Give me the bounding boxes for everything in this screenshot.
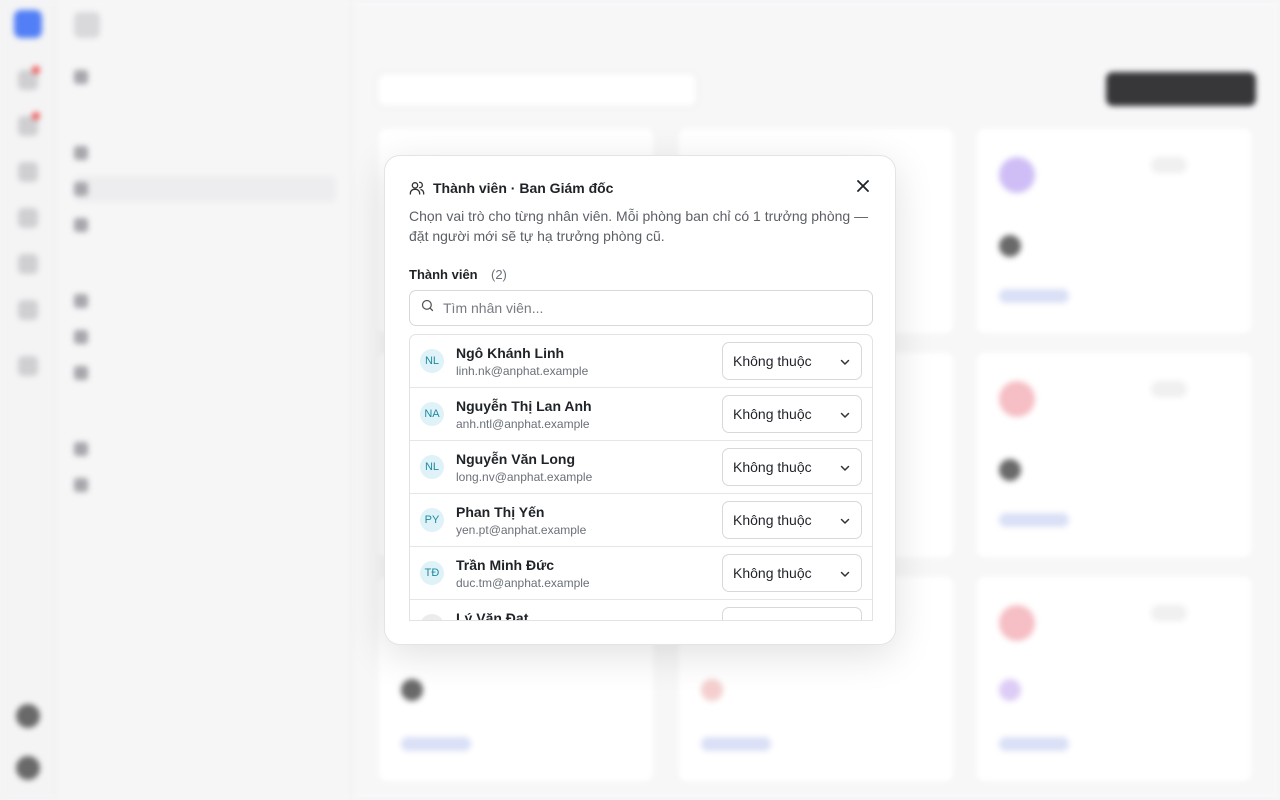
member-row: TĐ Trần Minh Đức duc.tm@anphat.example Khôn…: [410, 547, 872, 600]
member-list: NL Ngô Khánh Linh linh.nk@anphat.example Kh…: [409, 334, 873, 621]
member-email: yen.pt@anphat.example: [456, 523, 587, 537]
members-count: (2): [491, 267, 507, 282]
member-email: anh.ntl@anphat.example: [456, 417, 590, 431]
role-select[interactable]: Không thuộc: [722, 448, 862, 486]
role-select-value: Không thuộc: [733, 459, 812, 475]
dialog-header: Thành viên · Ban Giám đốc: [409, 180, 613, 196]
role-select[interactable]: Không thuộc: [722, 342, 862, 380]
member-row: Lý Văn Đạt: [410, 600, 872, 621]
member-row: NA Nguyễn Thị Lan Anh anh.ntl@anphat.examp…: [410, 388, 872, 441]
member-name: Nguyễn Văn Long: [456, 451, 575, 467]
avatar: NL: [420, 349, 444, 373]
avatar: TĐ: [420, 561, 444, 585]
member-email: long.nv@anphat.example: [456, 470, 593, 484]
member-name: Phan Thị Yến: [456, 504, 545, 520]
avatar: PY: [420, 508, 444, 532]
member-row: NL Nguyễn Văn Long long.nv@anphat.example K…: [410, 441, 872, 494]
avatar: NA: [420, 402, 444, 426]
member-row: NL Ngô Khánh Linh linh.nk@anphat.example Kh…: [410, 335, 872, 388]
member-name: Ngô Khánh Linh: [456, 345, 565, 361]
role-select-value: Không thuộc: [733, 565, 812, 581]
role-select[interactable]: Không thuộc: [722, 395, 862, 433]
members-dialog: Thành viên · Ban Giám đốc Chọn vai trò c…: [384, 155, 896, 645]
employee-search-input[interactable]: [443, 300, 843, 316]
role-select[interactable]: [722, 607, 862, 620]
members-label: Thành viên: [409, 267, 478, 282]
role-select[interactable]: Không thuộc: [722, 501, 862, 539]
role-select-value: Không thuộc: [733, 406, 812, 422]
avatar: [420, 614, 444, 620]
member-name: Lý Văn Đạt: [456, 610, 529, 621]
close-icon: [857, 179, 869, 197]
employee-search-field[interactable]: [409, 290, 873, 326]
member-row: PY Phan Thị Yến yen.pt@anphat.example Không…: [410, 494, 872, 547]
role-select-value: Không thuộc: [733, 512, 812, 528]
dialog-description: Chọn vai trò cho từng nhân viên. Mỗi phò…: [409, 208, 869, 244]
search-icon: [420, 298, 435, 318]
role-select[interactable]: Không thuộc: [722, 554, 862, 592]
member-email: linh.nk@anphat.example: [456, 364, 589, 378]
dialog-title: Thành viên · Ban Giám đốc: [433, 180, 614, 196]
close-button[interactable]: [853, 178, 873, 198]
avatar: NL: [420, 455, 444, 479]
member-email: duc.tm@anphat.example: [456, 576, 590, 590]
member-name: Nguyễn Thị Lan Anh: [456, 398, 592, 414]
role-select-value: Không thuộc: [733, 353, 812, 369]
users-icon: [409, 180, 425, 196]
member-name: Trần Minh Đức: [456, 557, 555, 573]
